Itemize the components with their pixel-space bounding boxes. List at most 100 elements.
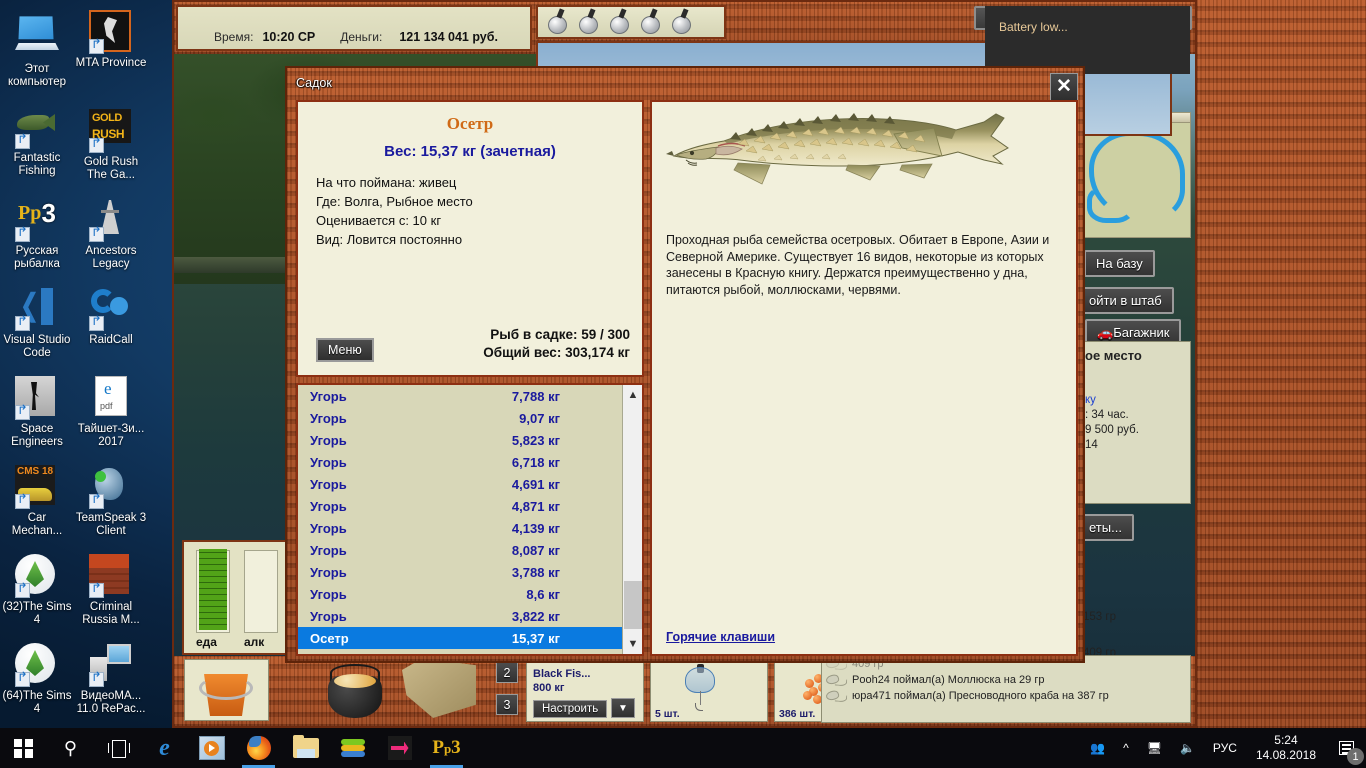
- reports-button[interactable]: еты...: [1077, 514, 1134, 541]
- raidcall-icon: [89, 287, 133, 331]
- mta-province-icon: [89, 10, 133, 54]
- edge-button[interactable]: e: [141, 728, 188, 768]
- fish-list-row[interactable]: Угорь 5,823 кг: [298, 429, 622, 451]
- fish-list-row[interactable]: Угорь 4,871 кг: [298, 495, 622, 517]
- go-to-base-button[interactable]: На базу: [1084, 250, 1155, 277]
- fish-list-row[interactable]: Угорь 8,6 кг: [298, 583, 622, 605]
- fish-list-row[interactable]: Угорь 9,07 кг: [298, 407, 622, 429]
- slot-number-2[interactable]: 2: [496, 662, 518, 683]
- network-icon[interactable]: 🖥: [1138, 728, 1171, 768]
- bait-dropdown-button[interactable]: ▼: [611, 698, 635, 718]
- desktop-icon-teamspeak[interactable]: TeamSpeak 3 Client: [74, 461, 148, 540]
- bucket-slot[interactable]: [184, 659, 269, 721]
- dialog-title: Садок: [296, 76, 332, 90]
- task-view-button[interactable]: [94, 728, 141, 768]
- desktop-icon-label: Этот компьютер: [8, 63, 66, 88]
- fish-list-row[interactable]: Угорь 3,788 кг: [298, 561, 622, 583]
- desktop-icon-videomaster[interactable]: ВидеоМА... 11.0 RePac...: [74, 639, 148, 718]
- pink-app-button[interactable]: [376, 728, 423, 768]
- fish-row-weight: 4,691 кг: [511, 476, 560, 492]
- fish-row-name: Угорь: [310, 586, 347, 602]
- russian-fishing-icon: Рр3: [432, 737, 461, 758]
- close-icon[interactable]: ✕: [1050, 73, 1078, 101]
- potion-icon[interactable]: [606, 8, 634, 35]
- volume-icon[interactable]: 🔈: [1171, 728, 1204, 768]
- fish-list-row[interactable]: Угорь 4,139 кг: [298, 517, 622, 539]
- search-button[interactable]: ⚲: [47, 728, 94, 768]
- weight-value: 153 гр: [1083, 611, 1116, 623]
- start-button[interactable]: [0, 728, 47, 768]
- configure-button[interactable]: Настроить: [533, 700, 608, 718]
- potion-icon[interactable]: [668, 8, 696, 35]
- fish-row-name: Угорь: [310, 388, 347, 404]
- fish-list-row[interactable]: Угорь 4,691 кг: [298, 473, 622, 495]
- desktop-icon-ancestors-legacy[interactable]: Ancestors Legacy: [74, 194, 148, 273]
- bluestacks-icon: [340, 739, 365, 757]
- language-indicator[interactable]: РУС: [1204, 728, 1246, 768]
- sturgeon-illustration: [666, 113, 1009, 185]
- desktop-icon-label: Тайшет-Зи... 2017: [77, 423, 145, 448]
- desktop-icon-criminal-russia[interactable]: Criminal Russia M...: [74, 550, 148, 629]
- scrollbar-thumb[interactable]: [624, 581, 642, 629]
- fish-row-weight: 5,823 кг: [511, 432, 560, 448]
- food-gauge: [196, 549, 230, 633]
- desktop-icon-label: Space Engineers: [11, 423, 63, 448]
- desktop-icon-pdf[interactable]: e pdf Тайшет-Зи... 2017: [74, 372, 148, 451]
- fish-row-weight: 4,871 кг: [511, 498, 560, 514]
- slot-number-3[interactable]: 3: [496, 694, 518, 715]
- desktop-icon-sims4[interactable]: (64)The Sims 4: [0, 639, 74, 718]
- fish-list-row[interactable]: Угорь 3,822 кг: [298, 605, 622, 627]
- desktop-icon-raidcall[interactable]: RaidCall: [74, 283, 148, 349]
- fish-list-scrollbar[interactable]: ▲ ▼: [622, 385, 642, 654]
- people-icon[interactable]: 👥: [1081, 728, 1114, 768]
- desktop-icon-car-mechanic[interactable]: CMS 18 Car Mechan...: [0, 461, 74, 540]
- firefox-button[interactable]: [235, 728, 282, 768]
- fish-list-row[interactable]: Угорь 8,087 кг: [298, 539, 622, 561]
- fish-row-name: Угорь: [310, 520, 347, 536]
- bait-slot[interactable]: Black Fis... 800 кг Настроить ▼: [526, 660, 644, 722]
- show-hidden-icons-chevron[interactable]: ^: [1114, 728, 1138, 768]
- potion-icon[interactable]: [544, 8, 572, 35]
- potion-slot-bar[interactable]: [536, 5, 726, 39]
- desktop-icon-space-engineers[interactable]: Space Engineers: [0, 372, 74, 451]
- desktop-icon-label: (32)The Sims 4: [2, 601, 72, 626]
- bluestacks-button[interactable]: [329, 728, 376, 768]
- fish-row-weight: 15,37 кг: [511, 630, 560, 646]
- computer-icon: [15, 16, 59, 60]
- media-player-button[interactable]: [188, 728, 235, 768]
- file-explorer-button[interactable]: [282, 728, 329, 768]
- cooking-pot-icon[interactable]: [324, 660, 386, 718]
- desktop-icon-russian-fishing[interactable]: Рр3 Русская рыбалка: [0, 194, 74, 273]
- feeder-slot[interactable]: 5 шт.: [650, 660, 768, 722]
- keepnet-icon[interactable]: [402, 658, 476, 718]
- fish-list-row[interactable]: Осетр 15,37 кг: [298, 627, 622, 649]
- desktop-icon-computer[interactable]: Этот компьютер: [0, 6, 74, 91]
- action-center-button[interactable]: 1: [1326, 728, 1366, 768]
- fish-info-panel: Осетр Вес: 15,37 кг (зачетная) На что по…: [296, 100, 644, 377]
- hotkeys-link[interactable]: Горячие клавиши: [666, 630, 775, 644]
- potion-icon[interactable]: [575, 8, 603, 35]
- desktop-icon-sims4[interactable]: (32)The Sims 4: [0, 550, 74, 629]
- desktop-icon-gold-rush[interactable]: GOLDRUSH Gold Rush The Ga...: [74, 101, 148, 184]
- location-link[interactable]: ку: [1085, 394, 1096, 406]
- battery-toast-text: Battery low...: [999, 20, 1068, 34]
- go-to-hq-button[interactable]: ойти в штаб: [1077, 287, 1174, 314]
- fish-attribute: Оценивается с: 10 кг: [316, 213, 442, 228]
- russian-fishing-button[interactable]: Рр3: [423, 728, 470, 768]
- desktop-icon-vscode[interactable]: ❬ Visual Studio Code: [0, 283, 74, 362]
- fish-row-name: Угорь: [310, 432, 347, 448]
- desktop-icon-label: Ancestors Legacy: [85, 245, 137, 270]
- fish-list-row[interactable]: Угорь 6,718 кг: [298, 451, 622, 473]
- scroll-down-icon[interactable]: ▼: [623, 634, 643, 654]
- potion-icon[interactable]: [637, 8, 665, 35]
- desktop-icon-mta-province[interactable]: MTA Province: [74, 6, 148, 72]
- desktop-icon-fantastic-fishing[interactable]: Fantastic Fishing: [0, 101, 74, 180]
- fish-row-name: Угорь: [310, 454, 347, 470]
- scroll-up-icon[interactable]: ▲: [623, 385, 643, 405]
- fish-count: Рыб в садке: 59 / 300: [490, 327, 630, 342]
- fish-list[interactable]: Угорь 7,788 кг Угорь 9,07 кг Угорь 5,823 кг Уг…: [298, 385, 622, 654]
- fish-list-row[interactable]: Угорь 7,788 кг: [298, 385, 622, 407]
- battery-low-notification[interactable]: Battery low...: [985, 6, 1190, 74]
- dialog-menu-button[interactable]: Меню: [316, 338, 374, 362]
- clock[interactable]: 5:24 14.08.2018: [1246, 733, 1326, 763]
